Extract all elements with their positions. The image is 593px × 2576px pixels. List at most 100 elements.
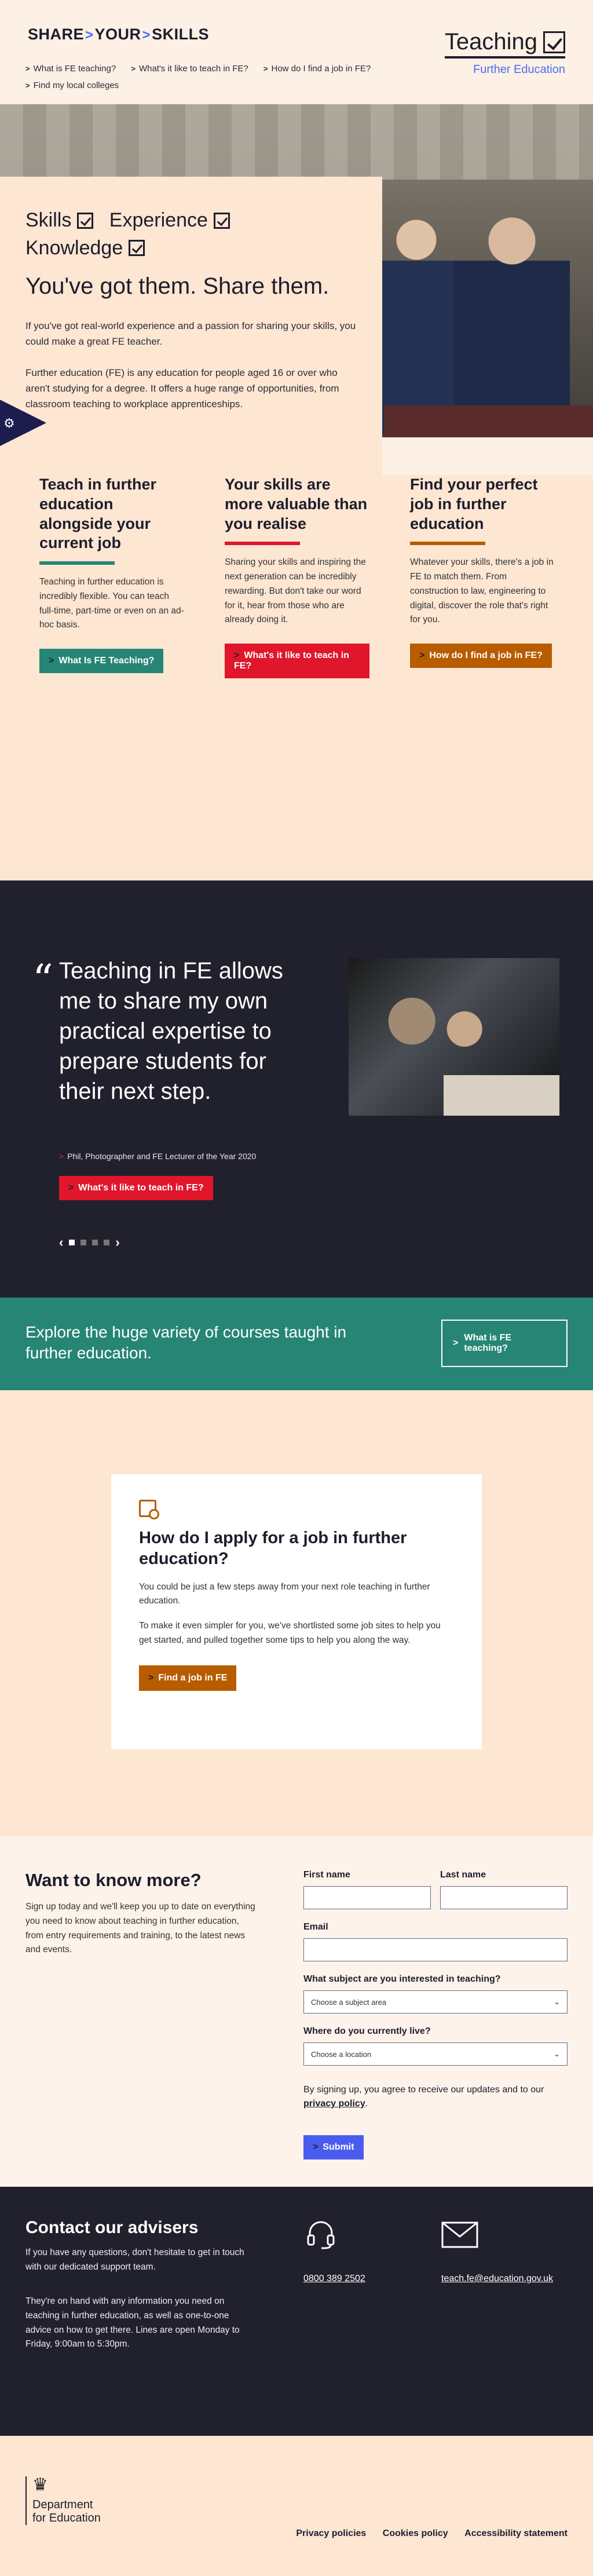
button-label: What is FE teaching? [464,1333,512,1353]
nav-item-what-its-like[interactable]: > What's it like to teach in FE? [131,64,248,74]
accessibility-statement-link[interactable]: Accessibility statement [464,2529,568,2538]
share-your-skills-logo[interactable]: SHARE>YOUR>SKILLS [28,25,209,43]
contact-title: Contact our advisers [25,2218,199,2237]
envelope-icon [441,2221,478,2248]
column-title: Teach in further education alongside you… [39,476,157,552]
button-label: What's it like to teach in FE? [78,1183,204,1193]
select-placeholder: Choose a subject area [311,1997,387,2007]
hero-section: Skills Experience Knowledge You've got t… [0,104,593,478]
chevron-right-icon: > [234,651,240,661]
hero-title: You've got them. Share them. [25,273,330,299]
photo-student [373,203,460,434]
location-group: Where do you currently live? Choose a lo… [303,2026,568,2066]
carousel-prev-arrow-icon[interactable]: ‹ [59,1235,63,1250]
checkbox-tick-icon [129,240,145,257]
credit-text: Phil, Photographer and FE Lecturer of th… [67,1152,257,1161]
photo-student [454,191,570,437]
teaching-logo-word: Teaching [444,29,537,54]
photo-ceiling [0,104,593,180]
cookies-policy-link[interactable]: Cookies policy [383,2529,448,2538]
dfe-line: for Education [32,2512,101,2524]
last-name-group: Last name [440,1870,568,1909]
button-label: What Is FE Teaching? [58,656,155,666]
cookie-settings-tab[interactable]: ⚙ [0,400,46,446]
carousel-dot[interactable] [104,1240,110,1245]
email-link[interactable]: teach.fe@education.gov.uk [441,2274,553,2284]
skill-item: Skills [25,207,94,235]
subject-select[interactable]: Choose a subject area ⌄ [303,1990,568,2014]
find-job-button[interactable]: > How do I find a job in FE? [410,644,552,668]
logo-word: SHARE [28,25,85,43]
column-text: Sharing your skills and inspiring the ne… [225,557,366,625]
name-row: First name Last name [303,1870,568,1909]
skill-label: Knowledge [25,236,123,259]
checkbox-tick-icon [77,212,94,229]
privacy-policy-link[interactable]: privacy policy [303,2099,365,2109]
chevron-down-icon: ⌄ [554,2049,560,2058]
contact-text: If you have any questions, don't hesitat… [25,2248,244,2272]
contact-section: Contact our advisers If you have any que… [0,2187,593,2436]
chevron-right-icon: > [313,2142,319,2152]
column-accent-bar [39,561,115,565]
testimonial-cta-button[interactable]: > What's it like to teach in FE? [59,1176,213,1200]
chevron-right-icon: > [148,1672,154,1683]
submit-button[interactable]: > Submit [303,2135,364,2160]
nav-item-find-job[interactable]: > How do I find a job in FE? [263,64,371,74]
carousel-dot[interactable] [92,1240,98,1245]
column-title: Find your perfect job in further educati… [410,476,538,532]
logo-word: SKILLS [152,25,210,43]
carousel-dot[interactable] [69,1240,75,1245]
privacy-note: By signing up, you agree to receive our … [303,2083,568,2111]
note-text: By signing up, you agree to receive our … [303,2085,544,2095]
button-label: Find a job in FE [158,1672,228,1683]
apply-text: To make it even simpler for you, we've s… [139,1621,441,1645]
photo-workbench [385,405,593,437]
dfe-logo[interactable]: ♛ Department for Education [25,2476,101,2525]
nav-label: How do I find a job in FE? [271,64,371,74]
what-is-fe-teaching-button[interactable]: > What Is FE Teaching? [39,649,164,674]
testimonial-quote: Teaching in FE allows me to share my own… [59,958,283,1104]
select-placeholder: Choose a location [311,2049,372,2059]
carousel-next-arrow-icon[interactable]: › [115,1235,119,1250]
location-select[interactable]: Choose a location ⌄ [303,2042,568,2066]
teaching-fe-logo[interactable]: Teaching Further Education [444,29,565,76]
carousel-controls: ‹ › [59,1235,120,1250]
nav-label: What is FE teaching? [33,64,116,74]
email-group: Email [303,1922,568,1961]
skill-item: Knowledge [25,235,145,262]
nav-item-what-is-fe[interactable]: > What is FE teaching? [25,64,116,74]
column-accent-bar [225,542,300,546]
nav-item-local-colleges[interactable]: > Find my local colleges [25,81,119,90]
last-name-field[interactable] [440,1886,568,1909]
find-job-in-fe-button[interactable]: > Find a job in FE [139,1665,237,1691]
checkbox-tick-icon [543,31,565,53]
column-find-job: Find your perfect job in further educati… [410,475,555,668]
explore-banner: Explore the huge variety of courses taug… [0,1298,593,1390]
explore-text: Explore the huge variety of courses taug… [25,1323,347,1362]
chevron-down-icon: ⌄ [554,1997,560,2006]
note-text: . [365,2099,368,2109]
main-nav: > What is FE teaching? > What's it like to… [25,64,431,97]
subject-label: What subject are you interested in teach… [303,1974,501,1984]
email-field[interactable] [303,1938,568,1961]
whats-it-like-button[interactable]: > What's it like to teach in FE? [225,644,369,679]
logo-word: YOUR [94,25,141,43]
skill-label: Skills [25,209,72,231]
checkbox-tick-icon [213,212,230,229]
intro-columns: Teach in further education alongside you… [0,475,593,880]
phone-link[interactable]: 0800 389 2502 [303,2274,365,2284]
first-name-field[interactable] [303,1886,431,1909]
testimonial-photo [349,958,559,1116]
privacy-policies-link[interactable]: Privacy policies [296,2529,366,2538]
chevron-right-icon: > [263,64,268,73]
chevron-right-icon: > [59,1152,64,1161]
nav-label: Find my local colleges [33,81,119,90]
explore-what-is-fe-button[interactable]: > What is FE teaching? [441,1320,568,1367]
chevron-right-icon: > [49,656,54,666]
hero-panel: Skills Experience Knowledge You've got t… [0,177,382,478]
chevron-right-icon: > [85,27,94,43]
carousel-dot[interactable] [80,1240,87,1245]
footer-links: Privacy policies Cookies policy Accessib… [282,2529,568,2539]
site-header: SHARE>YOUR>SKILLS > What is FE teaching? … [0,0,593,104]
button-label: Submit [323,2142,354,2152]
